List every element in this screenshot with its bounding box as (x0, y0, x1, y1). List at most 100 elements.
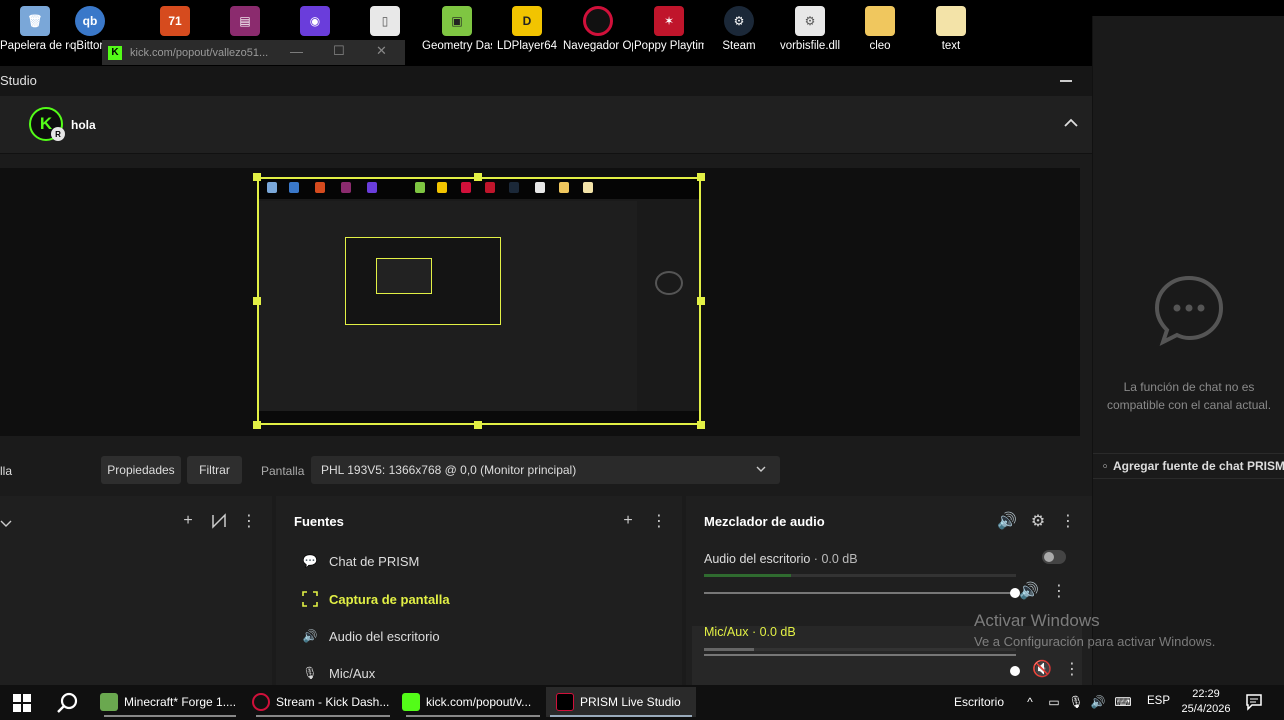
chevron-up-icon[interactable] (1062, 114, 1080, 132)
dll-file-icon: ⚙ (795, 6, 825, 36)
notification-icon[interactable] (1244, 692, 1264, 712)
taskbar-app-kick[interactable]: kick.com/popout/v... (402, 687, 544, 717)
taskbar-app-opera[interactable]: Stream - Kick Dash... (252, 687, 394, 717)
gear-icon[interactable]: ⚙ (1029, 512, 1047, 530)
resize-handle[interactable] (697, 421, 705, 429)
screen-label: Pantalla (261, 464, 305, 478)
desktop-icon-vorbisfile[interactable]: ⚙ vorbisfile.dll (775, 4, 845, 53)
resize-handle[interactable] (474, 173, 482, 181)
close-icon[interactable]: ✕ (376, 43, 387, 59)
resize-handle[interactable] (474, 421, 482, 429)
filter-button[interactable]: Filtrar (187, 456, 242, 484)
desktop-icon-steam[interactable]: ⚙ Steam (704, 4, 774, 53)
properties-button[interactable]: Propiedades (101, 456, 181, 484)
taskbar-app-minecraft[interactable]: Minecraft* Forge 1.... (100, 687, 240, 717)
minimize-icon[interactable]: — (290, 44, 303, 59)
desktop-icon-poppy-playtime[interactable]: ✶ Poppy Playtime (634, 4, 704, 53)
source-item-label: Chat de PRISM (329, 553, 420, 569)
muted-speaker-icon[interactable]: 🔇 (1032, 660, 1052, 678)
volume-slider[interactable] (704, 592, 1016, 594)
mixer-toggle[interactable] (1042, 550, 1066, 564)
resize-handle[interactable] (253, 173, 261, 181)
resize-handle[interactable] (697, 173, 705, 181)
mixer-channel-name: Audio del escritorio · 0.0 dB (704, 552, 858, 566)
add-icon[interactable]: + (179, 512, 197, 530)
desktop-icon-cleo[interactable]: cleo (845, 4, 915, 53)
tray-clock[interactable]: 22:29 25/4/2026 (1180, 687, 1232, 717)
more-icon[interactable]: ⋮ (240, 512, 258, 530)
source-item-prism-chat[interactable]: 💬 Chat de PRISM (302, 549, 420, 573)
desktop-icon-label: text (941, 40, 961, 52)
add-chat-icon (1103, 464, 1107, 468)
speaker-icon[interactable]: 🔊 (997, 512, 1017, 530)
more-icon[interactable]: ⋮ (1050, 582, 1068, 600)
add-chat-source-button[interactable]: Agregar fuente de chat PRISM (1093, 453, 1284, 479)
maximize-icon[interactable]: ☐ (333, 43, 345, 59)
chat-bubble-icon (1154, 275, 1224, 346)
tray-desktop-label[interactable]: Escritorio (954, 695, 1004, 709)
minimize-button[interactable] (1060, 80, 1072, 82)
desktop-icon-winrar[interactable]: ▤ (210, 4, 280, 40)
desktop-icon-opera-gx[interactable]: Navegador Opera GX (563, 4, 633, 53)
desktop-icon-geometry-dash[interactable]: ▣ Geometry Dash (422, 4, 492, 53)
source-item-mic-aux[interactable]: 🎙 Mic/Aux (302, 661, 375, 685)
windows-start-icon[interactable] (12, 693, 32, 713)
kick-popout-window[interactable]: K kick.com/popout/vallezo51... — ☐ ✕ (102, 40, 405, 65)
source-toolbar: lla Propiedades Filtrar Pantalla PHL 193… (0, 452, 1092, 488)
microphone-icon[interactable]: 🎙 (1068, 694, 1084, 710)
resize-handle[interactable] (253, 297, 261, 305)
avatar[interactable]: K R (29, 107, 65, 141)
volume-slider[interactable] (704, 654, 1016, 656)
toolbar-label: lla (0, 464, 13, 478)
mixer-channel-name: Mic/Aux · 0.0 dB (704, 625, 796, 639)
desktop-icon-label: LDPlayer64 (496, 40, 558, 52)
mixer-channel-db: 0.0 dB (759, 625, 796, 639)
app-icon: 71 (160, 6, 190, 36)
device-icon[interactable]: ▭ (1046, 694, 1062, 710)
desktop-icon-label: Poppy Playtime (634, 40, 704, 52)
chat-panel: La función de chat no es compatible con … (1092, 16, 1284, 690)
monitor-select[interactable]: PHL 193V5: 1366x768 @ 0,0 (Monitor princ… (311, 456, 780, 484)
add-chat-source-label: Agregar fuente de chat PRISM (1112, 459, 1284, 473)
mixer-channel-label: Mic/Aux (704, 625, 749, 639)
tray-language[interactable]: ESP (1147, 695, 1170, 707)
chevron-up-icon[interactable]: ^ (1022, 694, 1038, 710)
taskbar-app-prism[interactable]: PRISM Live Studio (546, 687, 696, 717)
microphone-icon: 🎙 (302, 666, 318, 680)
desktop-icon-recycle-bin[interactable]: 🗑 Papelera de reciclaje (0, 4, 70, 53)
volume-slider-knob[interactable] (1010, 666, 1020, 676)
volume-meter (704, 574, 1016, 577)
volume-icon[interactable]: 🔊 (1090, 694, 1106, 710)
desktop-icon-text[interactable]: text (916, 4, 986, 53)
desktop-icon-app2[interactable]: ◉ (280, 4, 350, 40)
audio-mixer-panel: Mezclador de audio 🔊 ⚙ ⋮ Audio del escri… (686, 496, 1092, 690)
more-icon[interactable]: ⋮ (650, 512, 668, 530)
keyboard-icon[interactable]: ⌨ (1114, 694, 1131, 710)
source-item-desktop-audio[interactable]: 🔊 Audio del escritorio (302, 624, 440, 648)
kick-icon: K (108, 45, 122, 60)
add-icon[interactable]: + (619, 512, 637, 530)
winrar-icon: ▤ (230, 6, 260, 36)
mixer-title: Mezclador de audio (704, 514, 825, 529)
source-item-screen-capture[interactable]: Captura de pantalla (302, 587, 450, 611)
desktop-icon-label: Steam (722, 40, 756, 52)
channel-name: hola (71, 118, 96, 132)
search-icon[interactable] (56, 691, 80, 715)
transition-icon[interactable] (210, 512, 228, 530)
resize-handle[interactable] (697, 297, 705, 305)
speaker-icon[interactable]: 🔊 (1019, 582, 1039, 600)
recycle-bin-icon: 🗑 (20, 6, 50, 36)
chevron-down-icon[interactable] (0, 514, 12, 532)
chevron-down-icon (756, 466, 766, 472)
desktop-icon-file[interactable]: ▯ (350, 4, 420, 40)
desktop-icon-app[interactable]: 71 (140, 4, 210, 40)
qbittorrent-icon: qb (75, 6, 105, 36)
more-icon[interactable]: ⋮ (1059, 512, 1077, 530)
sources-panel: Fuentes + ⋮ 💬 Chat de PRISM Captura de p… (276, 496, 682, 690)
more-icon[interactable]: ⋮ (1063, 660, 1081, 678)
taskbar: Minecraft* Forge 1.... Stream - Kick Das… (0, 685, 1284, 720)
resize-handle[interactable] (253, 421, 261, 429)
activation-watermark-title: Activar Windows (974, 611, 1100, 630)
screen-capture-preview[interactable] (257, 177, 701, 425)
desktop-icon-ldplayer[interactable]: D LDPlayer64 (492, 4, 562, 53)
